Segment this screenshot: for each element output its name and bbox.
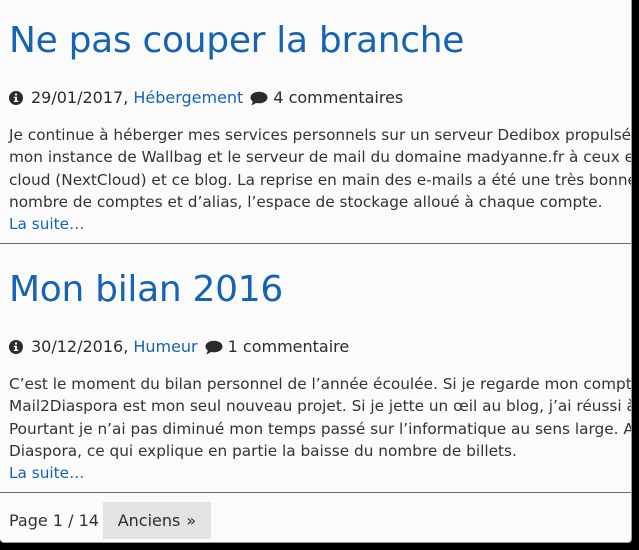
read-more-link[interactable]: La suite… xyxy=(9,462,631,484)
post-comments-count[interactable]: 1 commentaire xyxy=(228,336,350,358)
post-date: 30/12/2016 xyxy=(31,337,124,356)
page-viewport: Ne pas couper la branche 29/01/2017, Héb… xyxy=(0,0,632,543)
window-frame: Ne pas couper la branche 29/01/2017, Héb… xyxy=(0,0,639,550)
post-meta: 29/01/2017, Hébergement 4 commentaires xyxy=(9,87,631,109)
post-comments-count[interactable]: 4 commentaires xyxy=(273,87,403,109)
comment-bubble-icon xyxy=(250,91,268,105)
excerpt-line: Pourtant je n’ai pas diminué mon temps p… xyxy=(9,419,632,438)
post-divider xyxy=(0,243,631,244)
post-date-separator: , xyxy=(123,337,129,356)
excerpt-line: nombre de comptes et d’alias, l’espace d… xyxy=(9,192,603,211)
older-posts-label: Anciens xyxy=(117,511,181,530)
post-date: 29/01/2017 xyxy=(31,88,124,107)
comment-bubble-icon xyxy=(205,340,223,354)
info-circle-icon xyxy=(9,91,23,105)
excerpt-line: cloud (NextCloud) et ce blog. La reprise… xyxy=(9,170,632,189)
pagination: Page 1 / 14 Anciens » xyxy=(9,502,211,539)
excerpt-line: C’est le moment du bilan personnel de l’… xyxy=(9,375,632,393)
info-circle-icon xyxy=(9,340,23,354)
double-chevron-right-icon: » xyxy=(186,511,197,530)
excerpt-line: Je continue à héberger mes services pers… xyxy=(9,126,632,144)
post-excerpt: C’est le moment du bilan personnel de l’… xyxy=(9,373,632,462)
excerpt-line: mon instance de Wallbag et le serveur de… xyxy=(9,148,632,167)
post-category-link[interactable]: Hébergement xyxy=(133,87,243,109)
blog-post: Mon bilan 2016 30/12/2016, Humeur 1 comm… xyxy=(9,268,632,484)
post-divider xyxy=(0,492,631,493)
blog-post: Ne pas couper la branche 29/01/2017, Héb… xyxy=(9,19,632,235)
page-indicator: Page 1 / 14 xyxy=(9,510,99,530)
post-meta: 30/12/2016, Humeur 1 commentaire xyxy=(9,336,631,358)
post-excerpt: Je continue à héberger mes services pers… xyxy=(9,124,632,213)
post-date-separator: , xyxy=(123,88,129,107)
post-title-link[interactable]: Ne pas couper la branche xyxy=(9,19,631,63)
read-more-link[interactable]: La suite… xyxy=(9,213,631,235)
post-category-link[interactable]: Humeur xyxy=(133,336,197,358)
excerpt-line: Diaspora, ce qui explique en partie la b… xyxy=(9,441,517,460)
post-title-link[interactable]: Mon bilan 2016 xyxy=(9,268,631,312)
excerpt-line: Mail2Diaspora est mon seul nouveau proje… xyxy=(9,397,632,416)
older-posts-button[interactable]: Anciens » xyxy=(102,502,211,539)
